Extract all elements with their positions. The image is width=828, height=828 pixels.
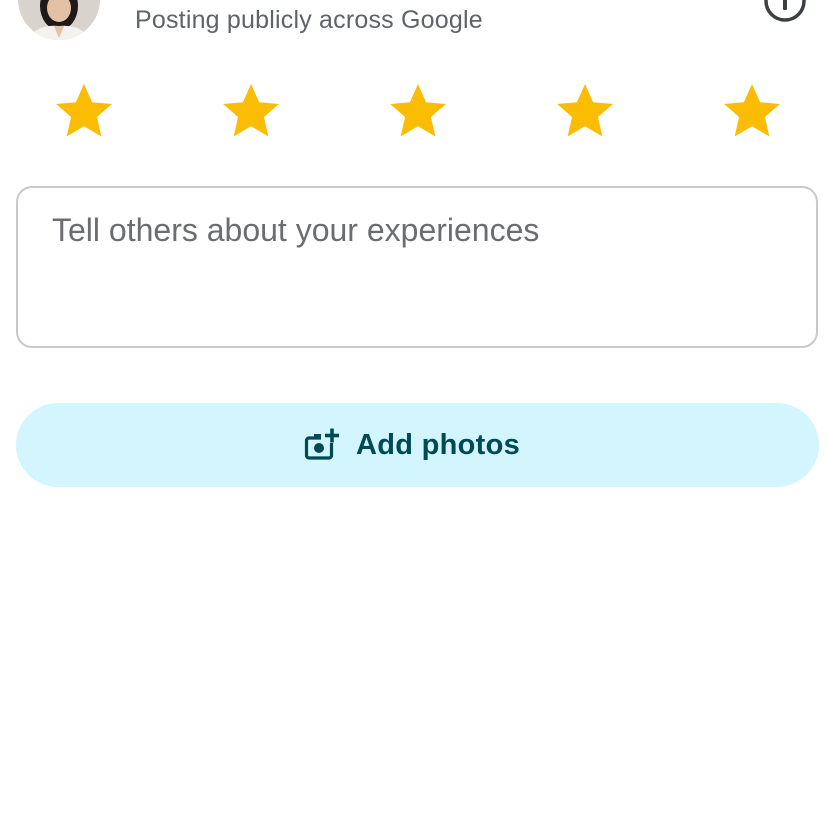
review-text-input[interactable] xyxy=(52,210,782,330)
star-icon[interactable] xyxy=(552,78,618,144)
add-photos-button[interactable]: Add photos xyxy=(16,403,819,487)
info-icon[interactable] xyxy=(762,0,808,24)
user-avatar xyxy=(18,0,100,40)
star-icon[interactable] xyxy=(385,78,451,144)
star-rating[interactable] xyxy=(0,78,828,144)
star-icon[interactable] xyxy=(218,78,284,144)
star-icon[interactable] xyxy=(51,78,117,144)
add-photos-label: Add photos xyxy=(355,428,521,461)
posting-publicly-note: Posting publicly across Google xyxy=(135,6,483,34)
star-icon[interactable] xyxy=(719,78,785,144)
review-text-box[interactable] xyxy=(16,186,818,348)
review-page: Posting publicly across Google Tell othe… xyxy=(0,0,828,828)
add-photo-icon xyxy=(303,427,339,463)
